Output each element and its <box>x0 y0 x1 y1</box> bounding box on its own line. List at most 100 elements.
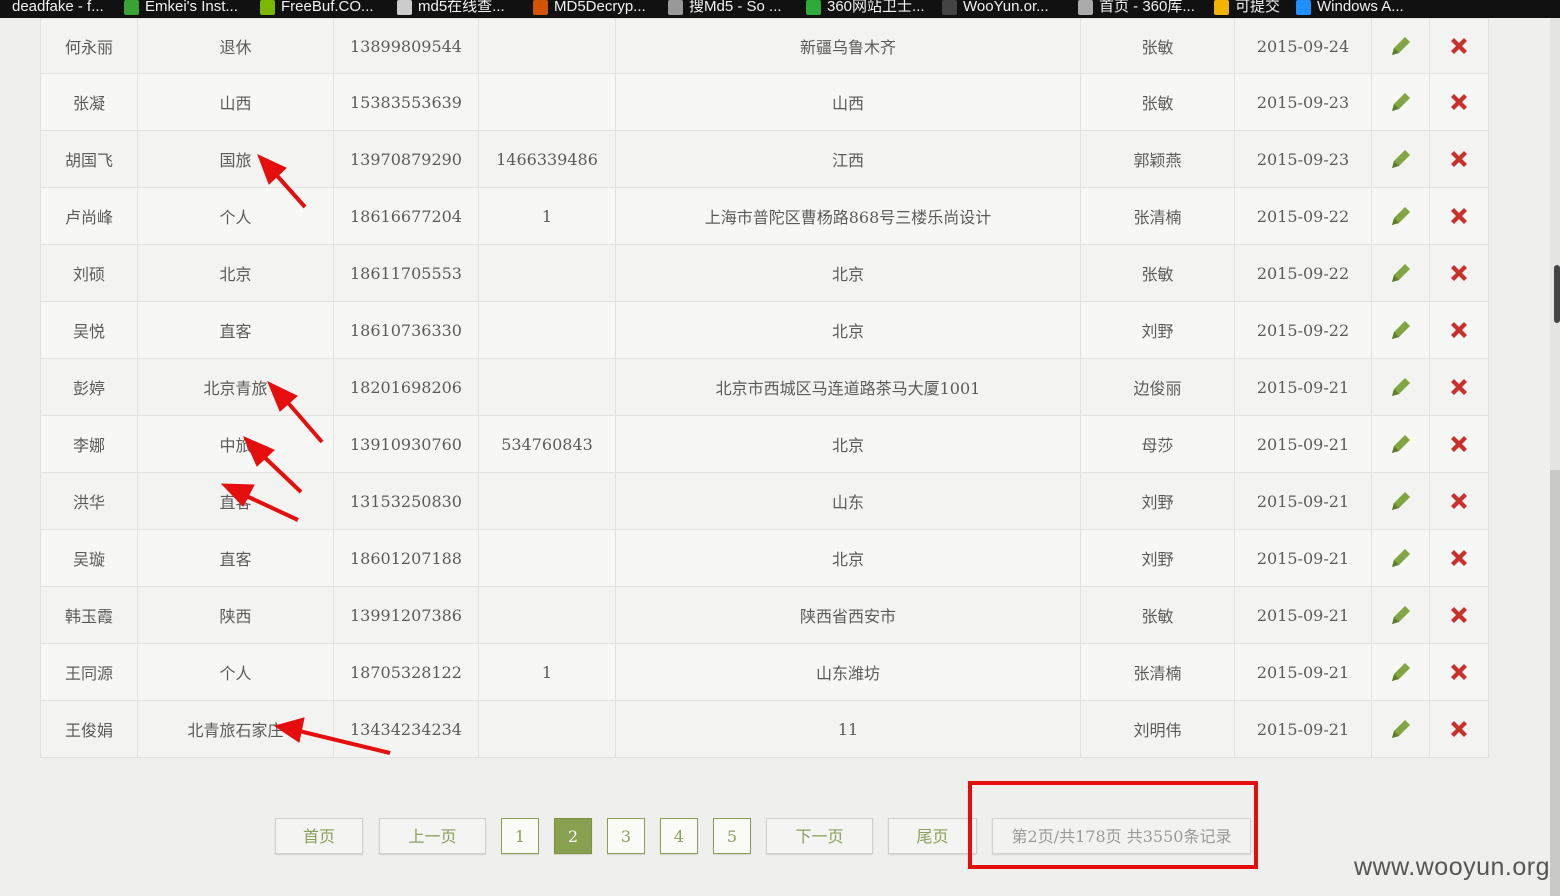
cell-qq <box>478 586 616 644</box>
cell-name: 何永丽 <box>40 18 138 74</box>
cell-phone: 13434234234 <box>333 700 479 758</box>
edit-icon[interactable] <box>1371 643 1430 701</box>
cell-phone: 18616677204 <box>333 187 479 245</box>
bookmark-item[interactable]: 360网站卫士... <box>806 0 925 17</box>
cell-type: 退休 <box>137 18 334 74</box>
bookmark-item[interactable]: Windows A... <box>1296 0 1404 17</box>
cell-qq: 1466339486 <box>478 130 616 188</box>
cell-date: 2015-09-21 <box>1234 700 1372 758</box>
cell-date: 2015-09-21 <box>1234 586 1372 644</box>
page-4-button[interactable]: 4 <box>660 818 698 854</box>
edit-icon[interactable] <box>1371 244 1430 302</box>
bookmark-label: WooYun.or... <box>963 0 1049 15</box>
delete-icon[interactable] <box>1429 73 1489 131</box>
cell-phone: 18201698206 <box>333 358 479 416</box>
bookmark-label: 首页 - 360库... <box>1099 0 1195 15</box>
bookmark-item[interactable]: 首页 - 360库... <box>1078 0 1195 17</box>
cell-phone: 13899809544 <box>333 18 479 74</box>
cell-phone: 13153250830 <box>333 472 479 530</box>
delete-icon[interactable] <box>1429 643 1489 701</box>
cell-staff: 张敏 <box>1080 18 1235 74</box>
edit-icon[interactable] <box>1371 700 1430 758</box>
bookmark-label: FreeBuf.CO... <box>281 0 374 15</box>
cell-qq <box>478 18 616 74</box>
bookmark-item[interactable]: MD5Decryp... <box>533 0 646 17</box>
next-page-button[interactable]: 下一页 <box>766 818 873 854</box>
bookmark-item[interactable]: WooYun.or... <box>942 0 1049 17</box>
cell-qq: 534760843 <box>478 415 616 473</box>
cell-name: 胡国飞 <box>40 130 138 188</box>
table-row: 张凝 山西 15383553639 山西 张敏 2015-09-23 <box>40 73 1489 131</box>
cell-address: 北京 <box>615 301 1081 359</box>
delete-icon[interactable] <box>1429 700 1489 758</box>
cell-qq <box>478 244 616 302</box>
bookmark-item[interactable]: 搜Md5 - So ... <box>668 0 782 17</box>
cell-date: 2015-09-21 <box>1234 472 1372 530</box>
edit-icon[interactable] <box>1371 529 1430 587</box>
delete-icon[interactable] <box>1429 130 1489 188</box>
bookmark-label: 360网站卫士... <box>827 0 925 15</box>
cell-phone: 18611705553 <box>333 244 479 302</box>
cell-date: 2015-09-21 <box>1234 358 1372 416</box>
table-row: 何永丽 退休 13899809544 新疆乌鲁木齐 张敏 2015-09-24 <box>40 18 1489 74</box>
cell-address: 上海市普陀区曹杨路868号三楼乐尚设计 <box>615 187 1081 245</box>
table-row: 吴璇 直客 18601207188 北京 刘野 2015-09-21 <box>40 529 1489 587</box>
edit-icon[interactable] <box>1371 301 1430 359</box>
cell-staff: 张敏 <box>1080 586 1235 644</box>
table-row: 韩玉霞 陕西 13991207386 陕西省西安市 张敏 2015-09-21 <box>40 586 1489 644</box>
edit-icon[interactable] <box>1371 472 1430 530</box>
cell-date: 2015-09-22 <box>1234 187 1372 245</box>
scrollbar-thumb[interactable] <box>1550 470 1560 896</box>
bookmark-item[interactable]: deadfake - f... <box>0 0 104 17</box>
delete-icon[interactable] <box>1429 187 1489 245</box>
edit-icon[interactable] <box>1371 586 1430 644</box>
star-icon <box>1078 0 1093 15</box>
delete-icon[interactable] <box>1429 244 1489 302</box>
prev-page-button[interactable]: 上一页 <box>379 818 486 854</box>
cell-type: 国旅 <box>137 130 334 188</box>
edit-icon[interactable] <box>1371 18 1430 74</box>
cell-staff: 张敏 <box>1080 244 1235 302</box>
delete-icon[interactable] <box>1429 358 1489 416</box>
cell-type: 直客 <box>137 472 334 530</box>
cell-date: 2015-09-22 <box>1234 301 1372 359</box>
page-1-button[interactable]: 1 <box>501 818 539 854</box>
edit-icon[interactable] <box>1371 358 1430 416</box>
bookmark-item[interactable]: md5在线查... <box>397 0 505 17</box>
cell-address: 北京 <box>615 415 1081 473</box>
bookmark-item[interactable]: 可提交 <box>1214 0 1280 17</box>
last-page-button[interactable]: 尾页 <box>888 818 977 854</box>
edit-icon[interactable] <box>1371 415 1430 473</box>
edit-icon[interactable] <box>1371 130 1430 188</box>
first-page-button[interactable]: 首页 <box>275 818 363 854</box>
scrollbar-grip[interactable] <box>1554 265 1560 323</box>
cell-phone: 18610736330 <box>333 301 479 359</box>
edit-icon[interactable] <box>1371 187 1430 245</box>
highlight-box-annotation <box>968 781 1258 869</box>
cell-name: 彭婷 <box>40 358 138 416</box>
page-2-button[interactable]: 2 <box>554 818 592 854</box>
delete-icon[interactable] <box>1429 472 1489 530</box>
cell-date: 2015-09-23 <box>1234 130 1372 188</box>
cell-phone: 18705328122 <box>333 643 479 701</box>
edit-icon[interactable] <box>1371 73 1430 131</box>
pagination: 首页 上一页 1 2 3 4 5 下一页 尾页 第2页/共178页 共3550条… <box>0 818 1560 856</box>
globe-icon <box>942 0 957 15</box>
page-3-button[interactable]: 3 <box>607 818 645 854</box>
cell-name: 王同源 <box>40 643 138 701</box>
delete-icon[interactable] <box>1429 586 1489 644</box>
cell-staff: 郭颖燕 <box>1080 130 1235 188</box>
cell-qq: 1 <box>478 187 616 245</box>
cell-staff: 刘野 <box>1080 529 1235 587</box>
cell-address: 11 <box>615 700 1081 758</box>
page-5-button[interactable]: 5 <box>713 818 751 854</box>
delete-icon[interactable] <box>1429 301 1489 359</box>
delete-icon[interactable] <box>1429 415 1489 473</box>
cell-type: 直客 <box>137 301 334 359</box>
bookmark-item[interactable]: FreeBuf.CO... <box>260 0 374 17</box>
cell-type: 北京 <box>137 244 334 302</box>
bookmark-item[interactable]: Emkei's Inst... <box>124 0 238 17</box>
cell-address: 北京 <box>615 244 1081 302</box>
delete-icon[interactable] <box>1429 18 1489 74</box>
delete-icon[interactable] <box>1429 529 1489 587</box>
